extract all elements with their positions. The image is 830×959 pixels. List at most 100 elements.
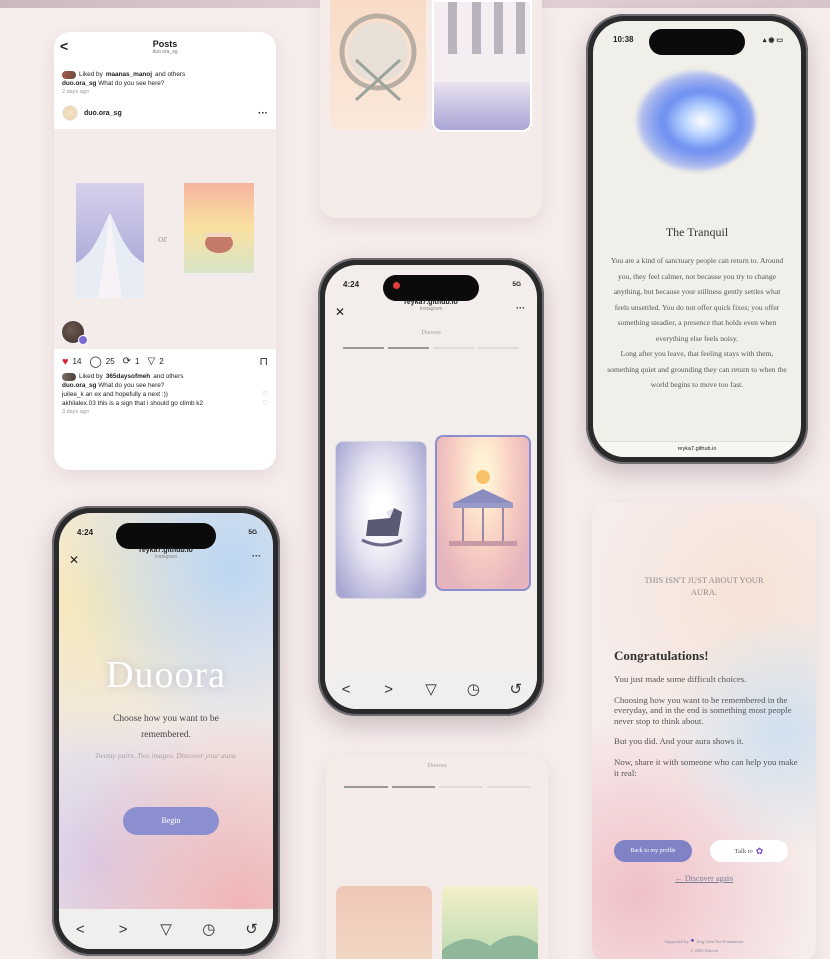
congrats-p2: Choosing how you want to be remembered i…: [614, 694, 792, 726]
comment-icon[interactable]: ◯: [89, 355, 101, 368]
liked-user[interactable]: 365daysofmeh: [106, 372, 150, 381]
congrats-eyebrow: THIS ISN'T JUST ABOUT YOUR AURA.: [644, 575, 764, 597]
piano-keys-icon: [434, 2, 530, 82]
footer-supported: Supported by ● Ang Chin Not Foundation: [592, 938, 816, 944]
history-icon[interactable]: ◷: [458, 680, 488, 698]
app-logo: Duoora: [106, 654, 226, 696]
intro-subtitle: Twenty pairs. Two images. Discover your …: [94, 751, 237, 760]
status-bar: 4:24 5G: [343, 280, 521, 289]
share-icon[interactable]: ▽: [148, 356, 156, 367]
history-icon[interactable]: ◷: [194, 920, 224, 938]
quiz-phone: 4:24 5G ✕ reyka7.github.io Instagram ···…: [318, 258, 544, 716]
heart-icon[interactable]: ♥: [62, 356, 69, 368]
repost-icon[interactable]: ⟳: [123, 356, 131, 367]
reposts-count: 1: [135, 357, 140, 366]
drum-image[interactable]: [330, 0, 426, 130]
reload-icon[interactable]: ↺: [237, 920, 267, 938]
status-time: 4:24: [77, 528, 94, 537]
intro-phone: 4:24 5G ✕ reyka7.github.io Instagram ···…: [52, 506, 280, 956]
status-bar: 10:38 ▴ ◉ ▭: [613, 35, 783, 44]
close-icon[interactable]: ✕: [69, 553, 79, 567]
congrats-card: THIS ISN'T JUST ABOUT YOUR AURA. Congrat…: [592, 502, 816, 959]
back-icon[interactable]: <: [65, 921, 95, 938]
app-label: Instagram: [419, 306, 443, 312]
or-label: or: [158, 233, 168, 245]
back-icon[interactable]: <: [60, 38, 68, 54]
foundation-logo-icon: ●: [690, 938, 695, 944]
congrats-body: You just made some difficult choices. Ch…: [614, 674, 802, 778]
comments-count: 25: [105, 357, 115, 366]
post-user[interactable]: duo.ora_sg: [84, 110, 122, 117]
choice-card-top: [320, 0, 542, 218]
close-icon[interactable]: ✕: [335, 305, 345, 319]
sunset-image: [184, 183, 254, 273]
browser-header: ✕ reyka7.github.io Instagram ···: [325, 299, 537, 325]
liked-user[interactable]: maanas_manoj: [106, 70, 152, 79]
browser-header: ✕ reyka7.github.io Instagram ···: [59, 547, 273, 573]
browser-nav: < > ▽ ◷ ↺: [59, 909, 273, 949]
comment-like-icon[interactable]: ♡: [262, 390, 268, 399]
rocking-horse-icon: [361, 508, 403, 547]
carousel-icon: [449, 470, 517, 546]
caption-text: What do you see here?: [98, 80, 165, 87]
comment-user[interactable]: akhilalex.03: [62, 400, 96, 407]
progress-bar: [343, 347, 519, 349]
url-label[interactable]: reyka7.github.io: [59, 547, 273, 554]
caption-text: What do you see here?: [98, 382, 165, 389]
back-icon[interactable]: <: [331, 681, 361, 698]
caption-user[interactable]: duo.ora_sg: [62, 382, 96, 389]
congrats-title: Congratulations!: [614, 648, 709, 663]
more-icon[interactable]: ···: [252, 551, 261, 561]
congrats-p4: Now, share it with someone who can help …: [614, 756, 798, 778]
comment-user[interactable]: juilee_k: [62, 391, 84, 398]
verified-badge: [78, 335, 88, 345]
post-actions: ♥ 14 ◯ 25 ⟳ 1 ▽ 2 ⊓: [54, 349, 276, 370]
footer-supported-label: Supported by: [664, 938, 689, 944]
more-icon[interactable]: ···: [258, 108, 268, 119]
aura-description: You are a kind of sanctuary people can r…: [607, 253, 787, 393]
aura-body: You are a kind of sanctuary people can r…: [610, 256, 784, 343]
status-time: 4:24: [343, 280, 360, 289]
reload-icon[interactable]: ↺: [501, 680, 531, 698]
bookmark-icon[interactable]: ⊓: [259, 355, 268, 368]
url-bar[interactable]: reyka7.github.io: [593, 441, 801, 457]
posts-header: < Posts duo.ora_sg: [54, 32, 276, 62]
drum-icon: [339, 13, 417, 102]
liked-suffix: and others: [153, 373, 184, 380]
url-label[interactable]: reyka7.github.io: [325, 299, 537, 306]
more-icon[interactable]: ···: [516, 303, 525, 313]
comment-like-icon[interactable]: ♡: [262, 399, 268, 408]
forward-icon[interactable]: >: [374, 681, 404, 698]
congrats-p3: But you did. And your aura shows it.: [614, 736, 744, 747]
liked-suffix: and others: [155, 71, 186, 78]
desert-image[interactable]: [336, 886, 432, 959]
flower-icon: ✿: [755, 845, 764, 856]
coconut-icon: [205, 233, 233, 253]
mountains-image[interactable]: [442, 886, 538, 959]
brand-label: Duoora: [421, 329, 441, 336]
rocking-horse-image[interactable]: [335, 441, 427, 599]
share-icon[interactable]: ▽: [416, 680, 446, 698]
talk-to-label: Talk to: [734, 847, 753, 855]
forward-icon[interactable]: >: [108, 921, 138, 938]
begin-button[interactable]: Begin: [123, 807, 219, 835]
aura-blob: [637, 71, 755, 171]
aura-title: The Tranquil: [665, 225, 729, 239]
status-time: 10:38: [613, 35, 634, 44]
piano-image[interactable]: [432, 0, 532, 132]
post-time: 2 days ago: [62, 89, 89, 95]
talk-to-button[interactable]: Talk to ✿: [710, 840, 788, 862]
browser-nav: < > ▽ ◷ ↺: [325, 669, 537, 709]
share-icon[interactable]: ▽: [151, 920, 181, 938]
page-subtitle: duo.ora_sg: [152, 49, 178, 55]
back-to-profile-button[interactable]: Back to my profile: [614, 840, 692, 862]
avatar[interactable]: [62, 105, 78, 121]
carousel-image[interactable]: [435, 435, 531, 591]
post-image[interactable]: or: [54, 129, 276, 349]
comment-text: an ex and hopefully a next :)): [85, 391, 168, 398]
footer-copyright: © 2026 Duoora: [689, 948, 719, 953]
brand-label: Duoora: [427, 762, 447, 769]
discover-again-link[interactable]: ← Discover again: [592, 874, 816, 883]
post-time: 3 days ago: [62, 409, 89, 415]
caption-user[interactable]: duo.ora_sg: [62, 80, 96, 87]
